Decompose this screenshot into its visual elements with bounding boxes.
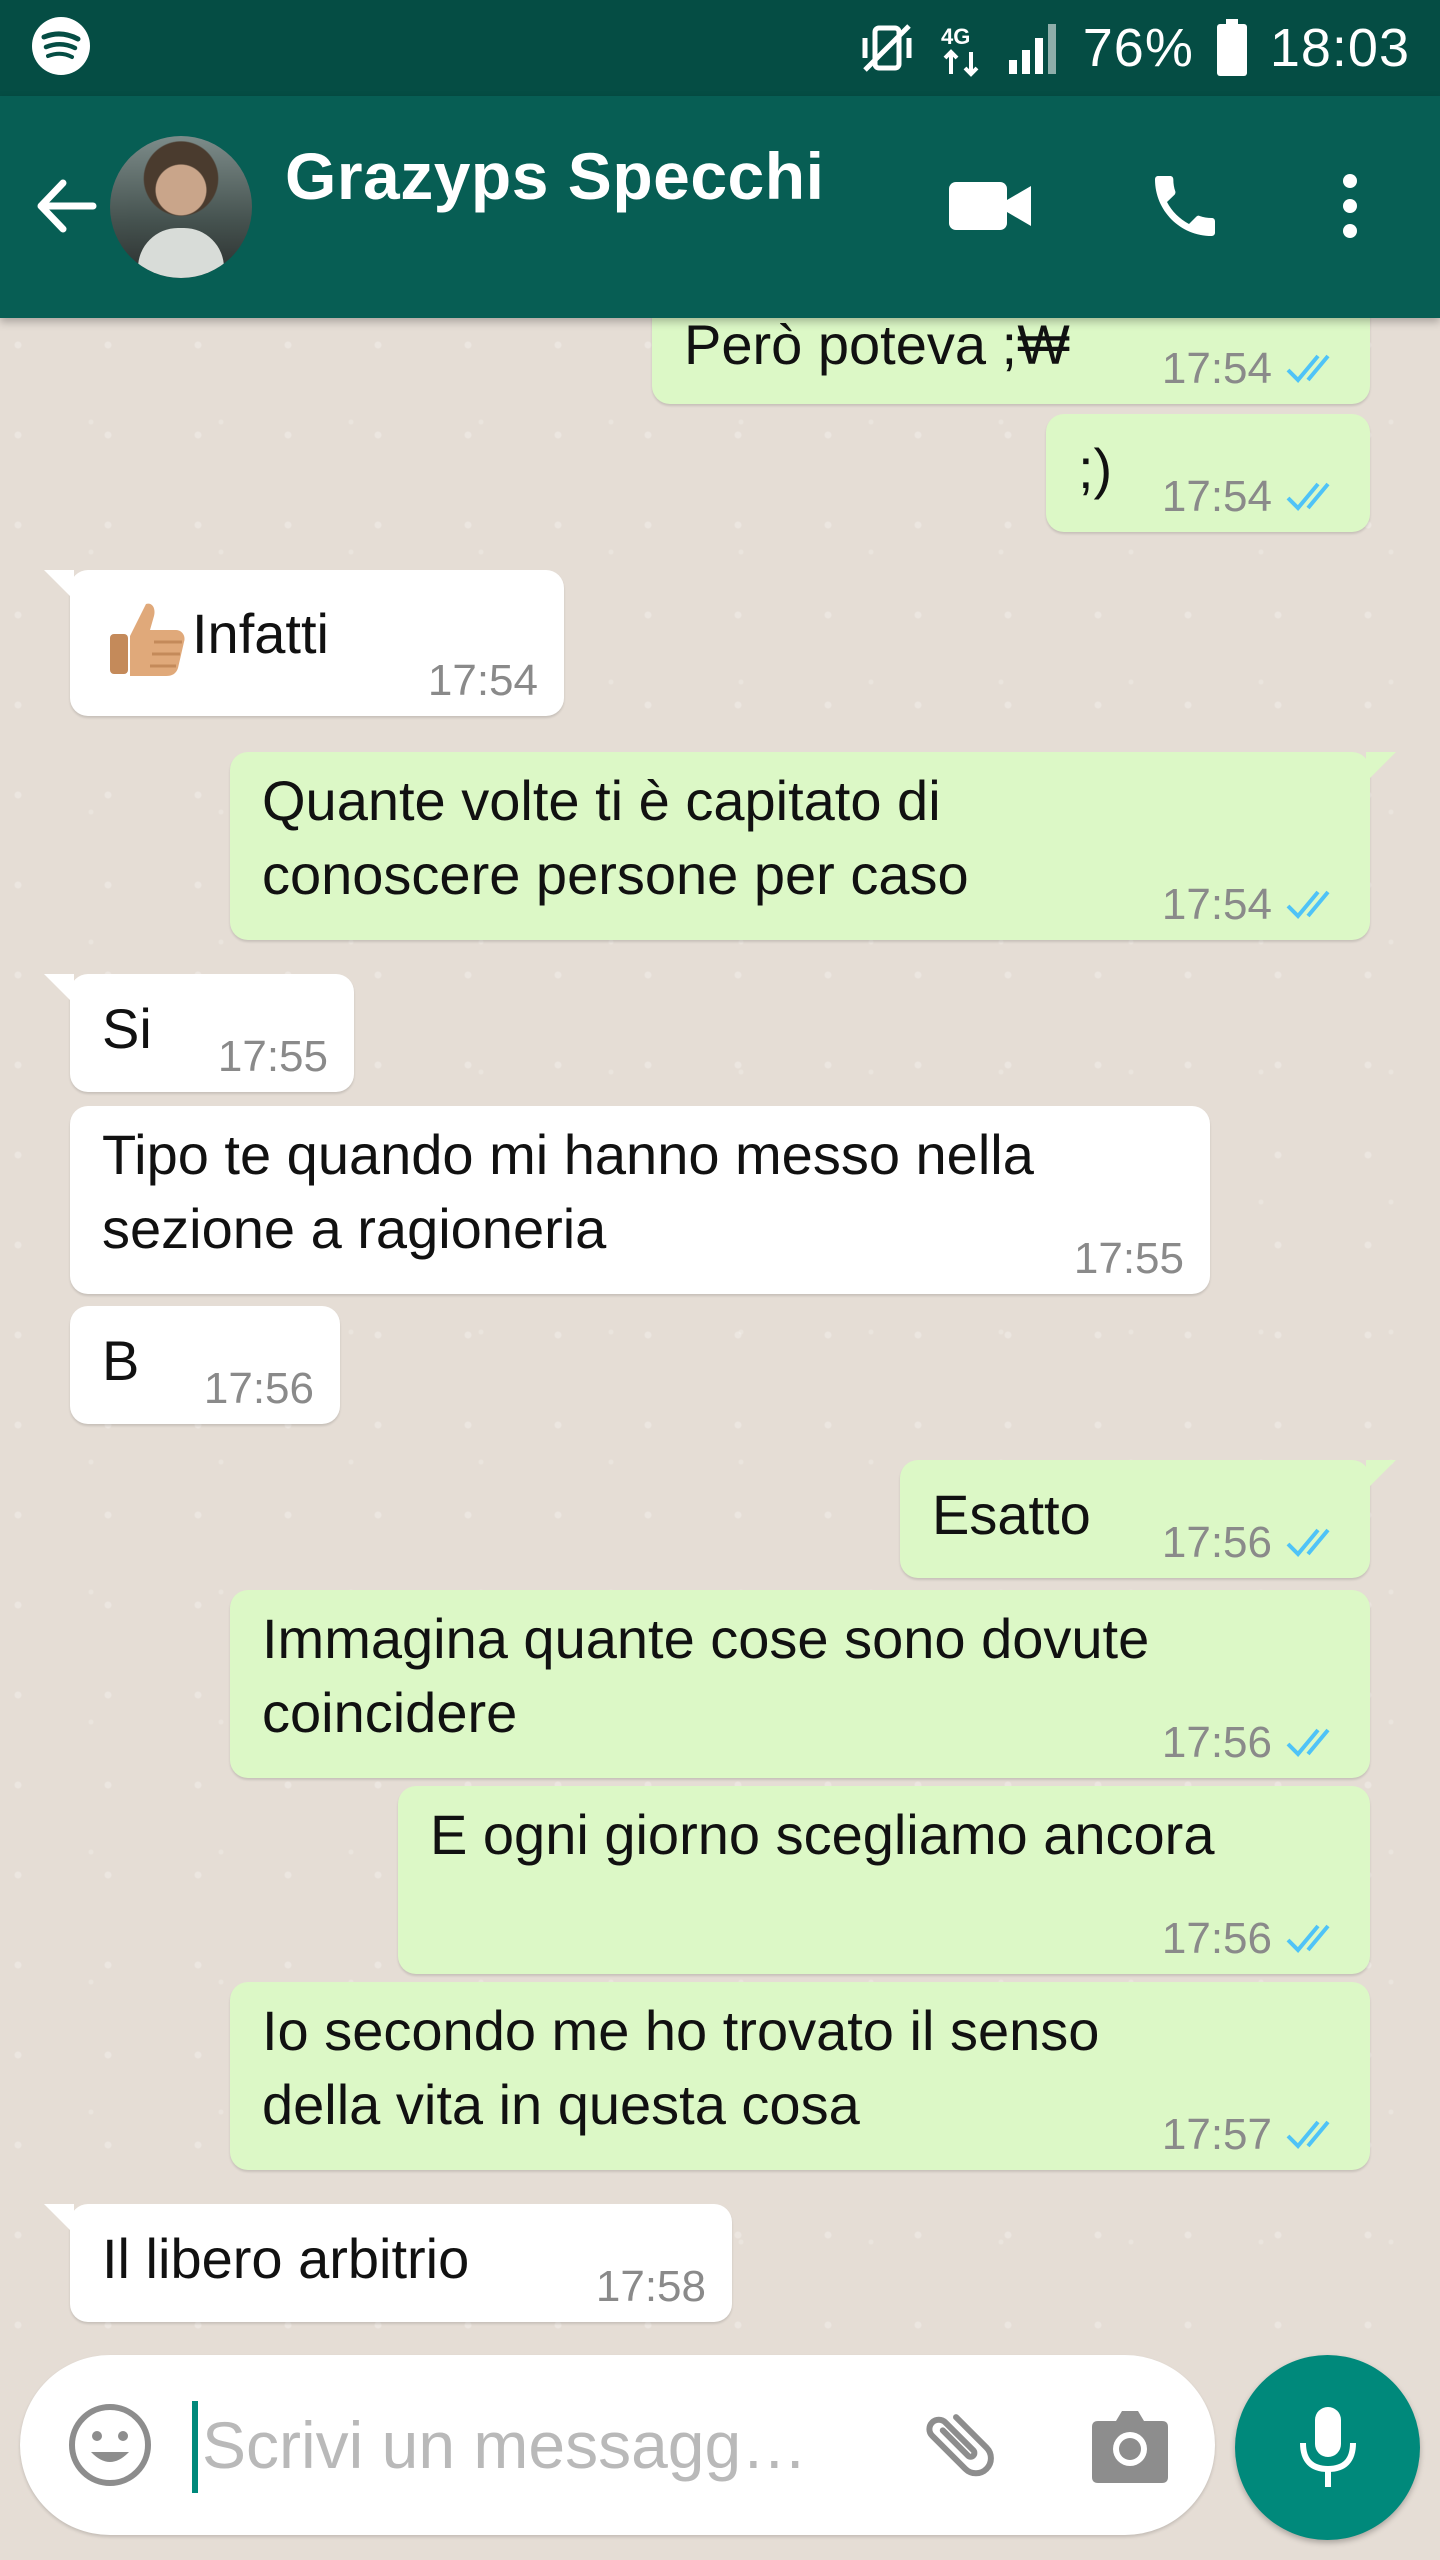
message-meta: 17:54 xyxy=(428,656,538,706)
message-text-line: Io secondo me ho trovato il senso xyxy=(262,1999,1100,2062)
message-text-line: conoscere persone per caso xyxy=(262,843,969,906)
message-composer xyxy=(20,2355,1215,2535)
message-input[interactable] xyxy=(202,2395,862,2495)
voice-record-button[interactable] xyxy=(1235,2355,1420,2540)
message-time: 17:55 xyxy=(1073,1234,1184,1283)
attach-icon xyxy=(926,2414,994,2477)
message-text: E ogni giorno scegliamo ancora xyxy=(430,1803,1215,1866)
read-ticks-icon xyxy=(1286,890,1330,919)
read-ticks-icon xyxy=(1286,1924,1330,1953)
message-text: Il libero arbitrio xyxy=(102,2227,470,2290)
message-text: ;) xyxy=(1078,437,1113,500)
emoji-button[interactable] xyxy=(60,2395,160,2495)
vibrate-mute-icon xyxy=(857,18,917,78)
message-time: 17:57 xyxy=(1161,2110,1272,2159)
message-meta: 17:56 xyxy=(1162,1518,1344,1568)
emoji-icon xyxy=(69,2404,151,2486)
message-time: 17:56 xyxy=(203,1364,314,1413)
message-meta: 17:54 xyxy=(1162,880,1344,930)
message-text: Si xyxy=(102,997,152,1060)
message-text-line: della vita in questa cosa xyxy=(262,2073,860,2136)
message-meta: 17:57 xyxy=(1162,2110,1344,2160)
message-time: 17:56 xyxy=(1161,1518,1272,1567)
signal-icon xyxy=(1007,20,1061,76)
camera-button[interactable] xyxy=(1080,2395,1180,2495)
message-outgoing[interactable]: Esatto 17:56 xyxy=(900,1460,1396,1578)
message-incoming[interactable]: Infatti 17:54 xyxy=(44,570,564,716)
read-ticks-icon xyxy=(1286,1528,1330,1557)
message-time: 17:54 xyxy=(1161,880,1272,929)
message-meta: 17:55 xyxy=(1074,1234,1184,1284)
more-vert-icon xyxy=(1343,174,1357,238)
video-call-button[interactable] xyxy=(946,166,1036,246)
message-text: B xyxy=(102,1329,140,1392)
message-outgoing[interactable]: ;) 17:54 xyxy=(1046,414,1370,532)
text-cursor xyxy=(192,2401,198,2493)
message-text-line: Immagina quante cose sono dovute xyxy=(262,1607,1150,1670)
more-options-button[interactable] xyxy=(1320,166,1380,246)
message-time: 17:58 xyxy=(595,2262,706,2311)
message-meta: 17:58 xyxy=(596,2262,706,2312)
back-button[interactable] xyxy=(26,166,106,246)
network-label: 4G xyxy=(941,24,970,49)
message-meta: 17:54 xyxy=(1162,472,1344,522)
camera-icon xyxy=(1092,2411,1168,2483)
read-ticks-icon xyxy=(1286,482,1330,511)
4g-icon: 4G xyxy=(939,18,985,78)
thumbs-up-emoji-icon xyxy=(110,603,185,676)
message-text-line: coincidere xyxy=(262,1681,518,1744)
chat-header: Grazyps Specchi xyxy=(0,96,1440,318)
message-list[interactable]: Però poteva ;₩ 17:54 ;) 17:54 Infatti 17… xyxy=(0,318,1440,2348)
battery-icon xyxy=(1216,19,1248,77)
message-text: Esatto xyxy=(932,1483,1091,1546)
video-call-icon xyxy=(949,182,1031,230)
back-arrow-icon xyxy=(37,179,97,233)
message-text-line: sezione a ragioneria xyxy=(102,1197,607,1260)
message-time: 17:55 xyxy=(217,1032,328,1081)
message-outgoing[interactable]: Quante volte ti è capitato di conoscere … xyxy=(230,752,1396,940)
voice-call-button[interactable] xyxy=(1140,166,1230,246)
mic-icon xyxy=(1299,2406,1356,2487)
message-meta: 17:56 xyxy=(1162,1718,1344,1768)
avatar[interactable] xyxy=(110,136,252,278)
clock: 18:03 xyxy=(1269,18,1410,78)
message-incoming[interactable]: Il libero arbitrio 17:58 xyxy=(44,2204,732,2322)
read-ticks-icon xyxy=(1286,354,1330,383)
message-meta: 17:56 xyxy=(1162,1914,1344,1964)
contact-name[interactable]: Grazyps Specchi xyxy=(285,138,824,214)
message-text: Però poteva ;₩ xyxy=(684,318,1070,376)
message-time: 17:54 xyxy=(427,656,538,705)
message-meta: 17:56 xyxy=(204,1364,314,1414)
message-outgoing[interactable]: E ogni giorno scegliamo ancora 17:56 xyxy=(398,1786,1370,1974)
message-text: Infatti xyxy=(192,601,329,665)
spotify-icon xyxy=(30,15,92,82)
message-time: 17:56 xyxy=(1161,1718,1272,1767)
status-bar: 4G 76% 18:03 xyxy=(0,0,1440,96)
message-text-line: Quante volte ti è capitato di xyxy=(262,769,941,832)
message-outgoing[interactable]: Io secondo me ho trovato il senso della … xyxy=(230,1982,1370,2170)
message-text-line: Tipo te quando mi hanno messo nella xyxy=(102,1123,1034,1186)
message-meta: 17:54 xyxy=(1162,344,1344,394)
message-outgoing[interactable]: Immagina quante cose sono dovute coincid… xyxy=(230,1590,1370,1778)
battery-percent: 76% xyxy=(1082,18,1194,78)
message-incoming[interactable]: Tipo te quando mi hanno messo nella sezi… xyxy=(70,1106,1210,1294)
message-time: 17:54 xyxy=(1161,472,1272,521)
message-time: 17:54 xyxy=(1161,344,1272,393)
message-outgoing[interactable]: Però poteva ;₩ 17:54 xyxy=(652,318,1370,404)
read-ticks-icon xyxy=(1286,1728,1330,1757)
phone-icon xyxy=(1155,176,1215,236)
message-incoming[interactable]: Si 17:55 xyxy=(44,974,354,1092)
message-incoming[interactable]: B 17:56 xyxy=(70,1306,340,1424)
message-meta: 17:55 xyxy=(218,1032,328,1082)
read-ticks-icon xyxy=(1286,2120,1330,2149)
attach-button[interactable] xyxy=(910,2395,1010,2495)
message-time: 17:56 xyxy=(1161,1914,1272,1963)
